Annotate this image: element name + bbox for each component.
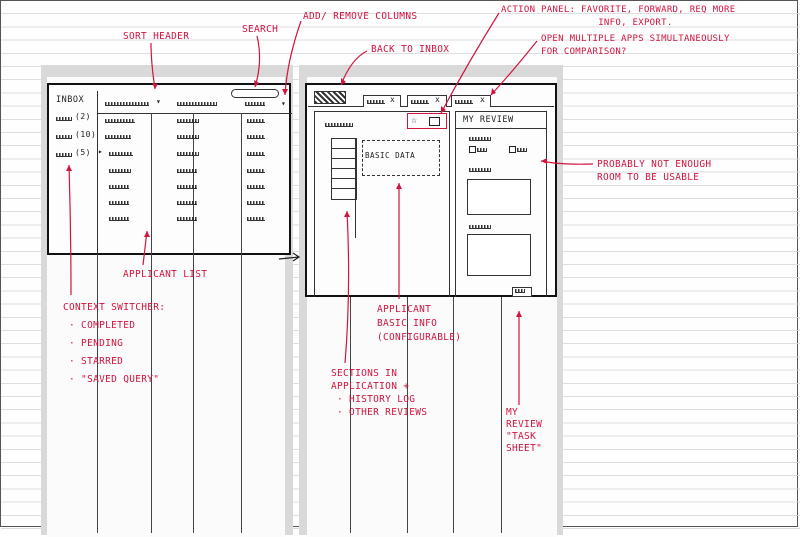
arrowhead [516, 311, 522, 317]
arrowhead [66, 165, 72, 171]
arrowhead [441, 106, 446, 113]
arrowhead [282, 89, 288, 95]
arrowhead [396, 183, 402, 189]
arrow-search [254, 35, 261, 88]
arrow-not-enough-room [540, 160, 594, 165]
arrowhead [152, 83, 158, 89]
arrow-open-multiple [490, 40, 538, 96]
arrow-back-to-inbox [340, 50, 368, 86]
arrow-sections [344, 210, 350, 364]
arrowhead [344, 211, 350, 217]
annotation-arrows [66, 12, 594, 405]
arrowhead [541, 158, 547, 164]
arrow-context-switcher [68, 164, 72, 296]
arrow-sort-header [150, 42, 156, 90]
diagram-canvas: INBOX ▾ ▾ (2) (10) (5) ▸ x x x ☆ BASIC D… [0, 0, 800, 537]
arrow-action-panel [440, 12, 500, 114]
arrow-add-remove-columns [284, 20, 302, 96]
arrowhead [491, 88, 496, 95]
arrowhead [144, 231, 150, 237]
